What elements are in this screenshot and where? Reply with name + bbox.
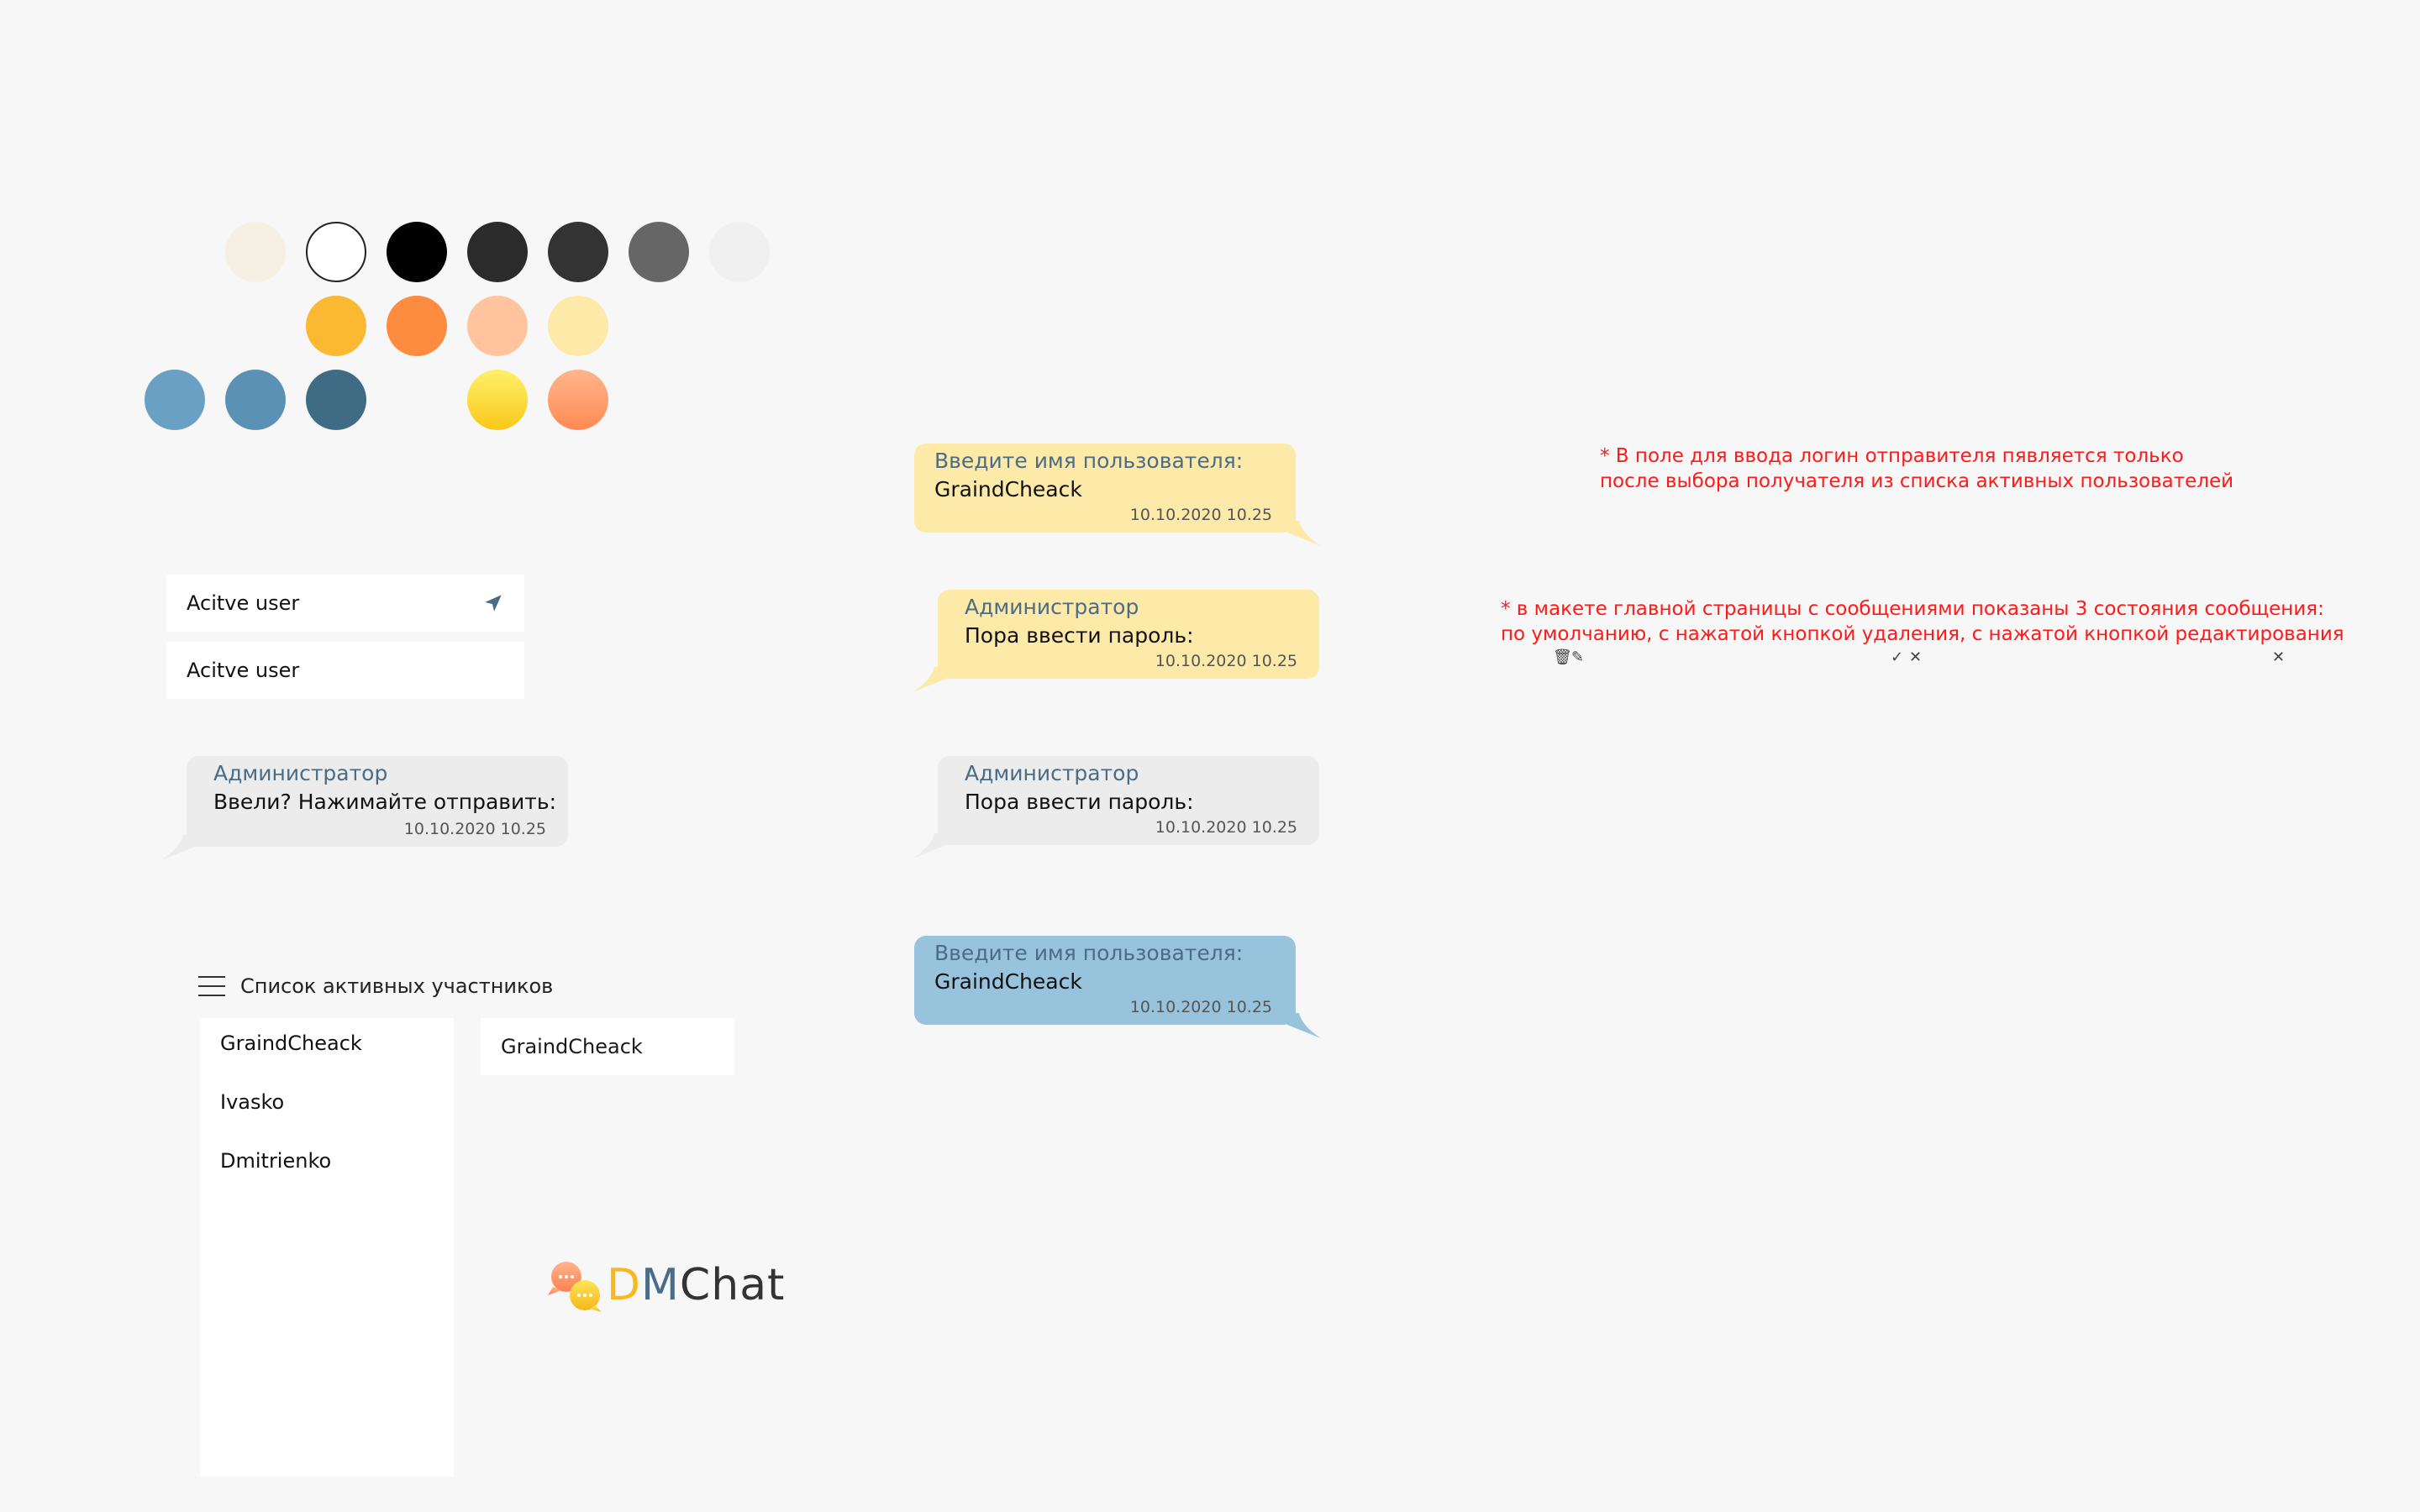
send-icon[interactable] — [482, 592, 504, 614]
message-author: Введите имя пользователя: — [934, 449, 1244, 473]
message-bubble-admin[interactable]: Администратор Пора ввести пароль: 10.10.… — [913, 756, 1319, 858]
note-sender-login: * В поле для ввода логин отправителя пяв… — [1600, 445, 2234, 492]
swatch-cream — [225, 222, 286, 282]
participant-item[interactable]: GraindCheack — [220, 1032, 362, 1055]
swatch-yellow-gradient — [467, 370, 528, 430]
message-bubble-admin[interactable]: Администратор Ввели? Нажимайте отправить… — [161, 756, 568, 860]
message-bubble-admin[interactable]: Администратор Пора ввести пароль: 10.10.… — [913, 590, 1319, 692]
swatch-peach — [467, 296, 528, 356]
message-author: Администратор — [965, 761, 1139, 785]
close-icon[interactable]: ✕ — [2272, 648, 2285, 666]
trash-icon[interactable]: 🗑 — [1553, 648, 1572, 666]
note-message-states-line1: * в макете главной страницы с сообщениям… — [1501, 598, 2324, 620]
hamburger-menu-icon[interactable] — [198, 976, 225, 996]
message-bubble-username-prompt[interactable]: Введите имя пользователя: GraindCheack 1… — [914, 936, 1321, 1038]
logo-chat-icon — [548, 1262, 602, 1312]
swatch-blue-1 — [145, 370, 205, 430]
bubble-tail — [913, 667, 946, 692]
swatch-dark-grey-2 — [548, 222, 608, 282]
bubble-tail — [1287, 521, 1321, 546]
active-user-card[interactable]: Acitve user — [166, 642, 524, 699]
logo-chat-word: Chat — [679, 1260, 786, 1310]
active-user-card[interactable]: Acitve user — [166, 575, 524, 632]
participants-list: GraindCheack Ivasko Dmitrienko — [200, 1018, 454, 1477]
participant-item[interactable]: Dmitrienko — [220, 1149, 331, 1173]
bubble-tail — [913, 833, 946, 858]
participants-header[interactable]: Список активных участников — [198, 974, 553, 998]
note-message-states-line2: по умолчанию, с нажатой кнопкой удаления… — [1501, 623, 2344, 645]
logo-letter-d: D — [607, 1260, 642, 1310]
swatch-black — [387, 222, 447, 282]
swatch-blue-dark — [306, 370, 366, 430]
swatch-light-grey — [709, 222, 770, 282]
participant-item[interactable]: Ivasko — [220, 1090, 284, 1114]
message-timestamp: 10.10.2020 10.25 — [1155, 818, 1297, 837]
selected-participant[interactable]: GraindCheack — [481, 1018, 734, 1075]
logo-wordmark: DMChat — [607, 1260, 785, 1310]
message-text: Ввели? Нажимайте отправить: — [213, 790, 557, 814]
check-icon[interactable]: ✓ — [1891, 648, 1903, 666]
message-timestamp: 10.10.2020 10.25 — [1129, 998, 1272, 1016]
message-bubble-username-prompt[interactable]: Введите имя пользователя: GraindCheack 1… — [914, 444, 1321, 546]
swatch-blue-2 — [225, 370, 286, 430]
logo-letter-m: M — [641, 1260, 680, 1310]
close-icon[interactable]: ✕ — [1909, 648, 1922, 666]
selected-participant-label: GraindCheack — [501, 1035, 643, 1058]
active-user-label: Acitve user — [187, 659, 300, 682]
swatch-orange — [387, 296, 447, 356]
bubble-tail — [161, 835, 195, 860]
message-text: Пора ввести пароль: — [965, 623, 1194, 648]
message-text: GraindCheack — [934, 477, 1082, 501]
message-author: Администратор — [213, 761, 388, 785]
message-text: GraindCheack — [934, 969, 1082, 994]
swatch-orange-gradient — [548, 370, 608, 430]
swatch-pale-yellow — [548, 296, 608, 356]
message-timestamp: 10.10.2020 10.25 — [1129, 506, 1272, 524]
swatch-white — [306, 222, 366, 282]
swatch-amber — [306, 296, 366, 356]
swatch-mid-grey — [629, 222, 689, 282]
active-user-label: Acitve user — [187, 591, 300, 615]
message-timestamp: 10.10.2020 10.25 — [1155, 652, 1297, 670]
message-timestamp: 10.10.2020 10.25 — [403, 820, 546, 838]
bubble-tail — [1287, 1013, 1321, 1038]
message-author: Введите имя пользователя: — [934, 941, 1244, 965]
message-author: Администратор — [965, 595, 1139, 619]
participants-title: Список активных участников — [240, 974, 554, 998]
message-text: Пора ввести пароль: — [965, 790, 1194, 814]
pencil-icon[interactable]: ✎ — [1571, 648, 1584, 666]
swatch-dark-grey-1 — [467, 222, 528, 282]
